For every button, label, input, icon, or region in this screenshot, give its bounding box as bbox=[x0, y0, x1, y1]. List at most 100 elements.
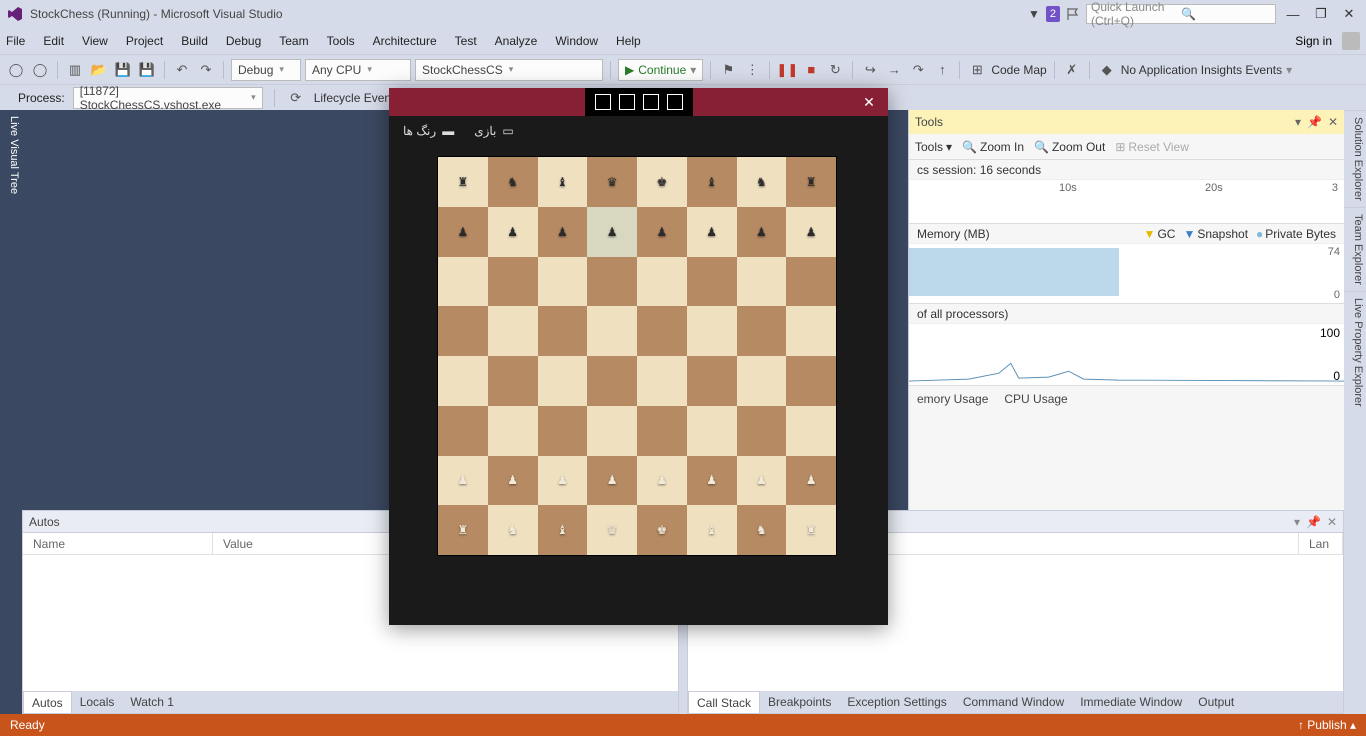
board-square[interactable] bbox=[587, 257, 637, 307]
chess-piece[interactable]: ♝ bbox=[557, 524, 568, 536]
tab-callstack[interactable]: Call Stack bbox=[688, 691, 760, 713]
insights-label[interactable]: No Application Insights Events bbox=[1121, 63, 1282, 77]
board-square[interactable] bbox=[637, 257, 687, 307]
tab-command[interactable]: Command Window bbox=[955, 691, 1072, 713]
board-square[interactable]: ♟ bbox=[438, 456, 488, 506]
board-square[interactable] bbox=[786, 306, 836, 356]
board-square[interactable] bbox=[687, 406, 737, 456]
chess-piece[interactable]: ♟ bbox=[507, 474, 518, 486]
board-square[interactable]: ♜ bbox=[438, 157, 488, 207]
chess-board[interactable]: ♜♞♝♛♚♝♞♜♟♟♟♟♟♟♟♟♟♟♟♟♟♟♟♟♜♞♝♛♚♝♞♜ bbox=[437, 156, 837, 556]
menu-debug[interactable]: Debug bbox=[226, 34, 261, 48]
board-square[interactable] bbox=[587, 356, 637, 406]
pause-icon[interactable]: ❚❚ bbox=[777, 60, 797, 80]
live-tool-4-icon[interactable] bbox=[667, 94, 683, 110]
board-square[interactable]: ♛ bbox=[587, 157, 637, 207]
live-tool-1-icon[interactable] bbox=[595, 94, 611, 110]
panel-menu-icon[interactable]: ▾ bbox=[1295, 115, 1301, 129]
menu-help[interactable]: Help bbox=[616, 34, 641, 48]
lifecycle-label[interactable]: Lifecycle Events bbox=[314, 91, 401, 105]
minimize-button[interactable]: — bbox=[1282, 7, 1304, 22]
menu-edit[interactable]: Edit bbox=[43, 34, 64, 48]
app-menu-colors[interactable]: ▬رنگ ها bbox=[403, 124, 454, 138]
board-square[interactable] bbox=[538, 257, 588, 307]
board-square[interactable] bbox=[786, 356, 836, 406]
board-square[interactable] bbox=[488, 257, 538, 307]
new-project-icon[interactable]: ▥ bbox=[65, 60, 85, 80]
tab-breakpoints[interactable]: Breakpoints bbox=[760, 691, 839, 713]
board-square[interactable]: ♜ bbox=[786, 505, 836, 555]
menu-test[interactable]: Test bbox=[455, 34, 477, 48]
board-square[interactable]: ♞ bbox=[737, 505, 787, 555]
chess-piece[interactable]: ♚ bbox=[656, 524, 667, 536]
close-button[interactable]: ✕ bbox=[1338, 6, 1360, 22]
chess-piece[interactable]: ♛ bbox=[607, 176, 618, 188]
diag-tab-memory[interactable]: emory Usage bbox=[917, 392, 988, 406]
panel-pin-icon[interactable]: 📌 bbox=[1307, 115, 1322, 129]
process-combo[interactable]: [11872] StockChessCS.vshost.exe▾ bbox=[73, 87, 263, 109]
app-menu-game[interactable]: ▭بازی bbox=[474, 124, 514, 138]
notification-badge[interactable]: 2 bbox=[1046, 6, 1060, 22]
board-square[interactable]: ♚ bbox=[637, 505, 687, 555]
autos-col-name[interactable]: Name bbox=[23, 533, 213, 554]
menu-analyze[interactable]: Analyze bbox=[495, 34, 538, 48]
solution-explorer-tab[interactable]: Solution Explorer bbox=[1344, 110, 1366, 207]
nav-back-icon[interactable]: ◯ bbox=[6, 60, 26, 80]
chess-piece[interactable]: ♜ bbox=[806, 524, 817, 536]
chess-piece[interactable]: ♞ bbox=[507, 524, 518, 536]
lifecycle-icon[interactable]: ⟳ bbox=[286, 88, 306, 108]
chess-piece[interactable]: ♟ bbox=[557, 226, 568, 238]
stop-icon[interactable]: ■ bbox=[801, 60, 821, 80]
diag-tools-dropdown[interactable]: Tools ▾ bbox=[915, 140, 952, 154]
board-square[interactable]: ♟ bbox=[488, 207, 538, 257]
startup-combo[interactable]: StockChessCS▾ bbox=[415, 59, 603, 81]
board-square[interactable] bbox=[587, 306, 637, 356]
publish-button[interactable]: ↑ Publish ▴ bbox=[1298, 718, 1356, 732]
chess-piece[interactable]: ♞ bbox=[507, 176, 518, 188]
board-square[interactable]: ♟ bbox=[687, 456, 737, 506]
undo-icon[interactable]: ↶ bbox=[172, 60, 192, 80]
redo-icon[interactable]: ↷ bbox=[196, 60, 216, 80]
chess-piece[interactable]: ♟ bbox=[607, 474, 618, 486]
board-square[interactable]: ♝ bbox=[538, 157, 588, 207]
chess-piece[interactable]: ♟ bbox=[557, 474, 568, 486]
board-square[interactable]: ♜ bbox=[438, 505, 488, 555]
tab-watch1[interactable]: Watch 1 bbox=[122, 691, 182, 713]
chess-piece[interactable]: ♜ bbox=[457, 176, 468, 188]
menu-project[interactable]: Project bbox=[126, 34, 163, 48]
board-square[interactable] bbox=[538, 406, 588, 456]
chess-piece[interactable]: ♟ bbox=[656, 474, 667, 486]
menu-build[interactable]: Build bbox=[181, 34, 208, 48]
board-square[interactable]: ♟ bbox=[687, 207, 737, 257]
board-square[interactable]: ♟ bbox=[737, 207, 787, 257]
board-square[interactable] bbox=[637, 406, 687, 456]
board-square[interactable]: ♝ bbox=[687, 157, 737, 207]
vs-live-toolbar[interactable] bbox=[585, 88, 693, 116]
live-visual-tree-tab[interactable]: Live Visual Tree bbox=[0, 110, 22, 714]
cs-col-lang[interactable]: Lan bbox=[1299, 533, 1343, 554]
chess-piece[interactable]: ♟ bbox=[607, 226, 618, 238]
feedback-flag-icon[interactable] bbox=[1066, 7, 1080, 21]
signin-link[interactable]: Sign in bbox=[1295, 34, 1332, 48]
app-close-button[interactable]: ✕ bbox=[854, 94, 884, 111]
step-out-icon[interactable]: ↑ bbox=[932, 60, 952, 80]
board-square[interactable]: ♞ bbox=[488, 157, 538, 207]
chess-piece[interactable]: ♟ bbox=[756, 226, 767, 238]
live-tool-2-icon[interactable] bbox=[619, 94, 635, 110]
board-square[interactable]: ♚ bbox=[637, 157, 687, 207]
board-square[interactable] bbox=[488, 356, 538, 406]
chess-piece[interactable]: ♟ bbox=[706, 226, 717, 238]
cs-pin-icon[interactable]: 📌 bbox=[1306, 515, 1321, 529]
codemap-icon[interactable]: ⊞ bbox=[967, 60, 987, 80]
chess-piece[interactable]: ♝ bbox=[706, 524, 717, 536]
board-square[interactable] bbox=[637, 356, 687, 406]
board-square[interactable]: ♟ bbox=[538, 207, 588, 257]
board-square[interactable]: ♛ bbox=[587, 505, 637, 555]
nav-fwd-icon[interactable]: ◯ bbox=[30, 60, 50, 80]
board-square[interactable] bbox=[587, 406, 637, 456]
board-square[interactable] bbox=[538, 356, 588, 406]
menu-team[interactable]: Team bbox=[279, 34, 308, 48]
board-square[interactable]: ♟ bbox=[538, 456, 588, 506]
save-icon[interactable]: 💾 bbox=[113, 60, 133, 80]
board-square[interactable]: ♞ bbox=[737, 157, 787, 207]
